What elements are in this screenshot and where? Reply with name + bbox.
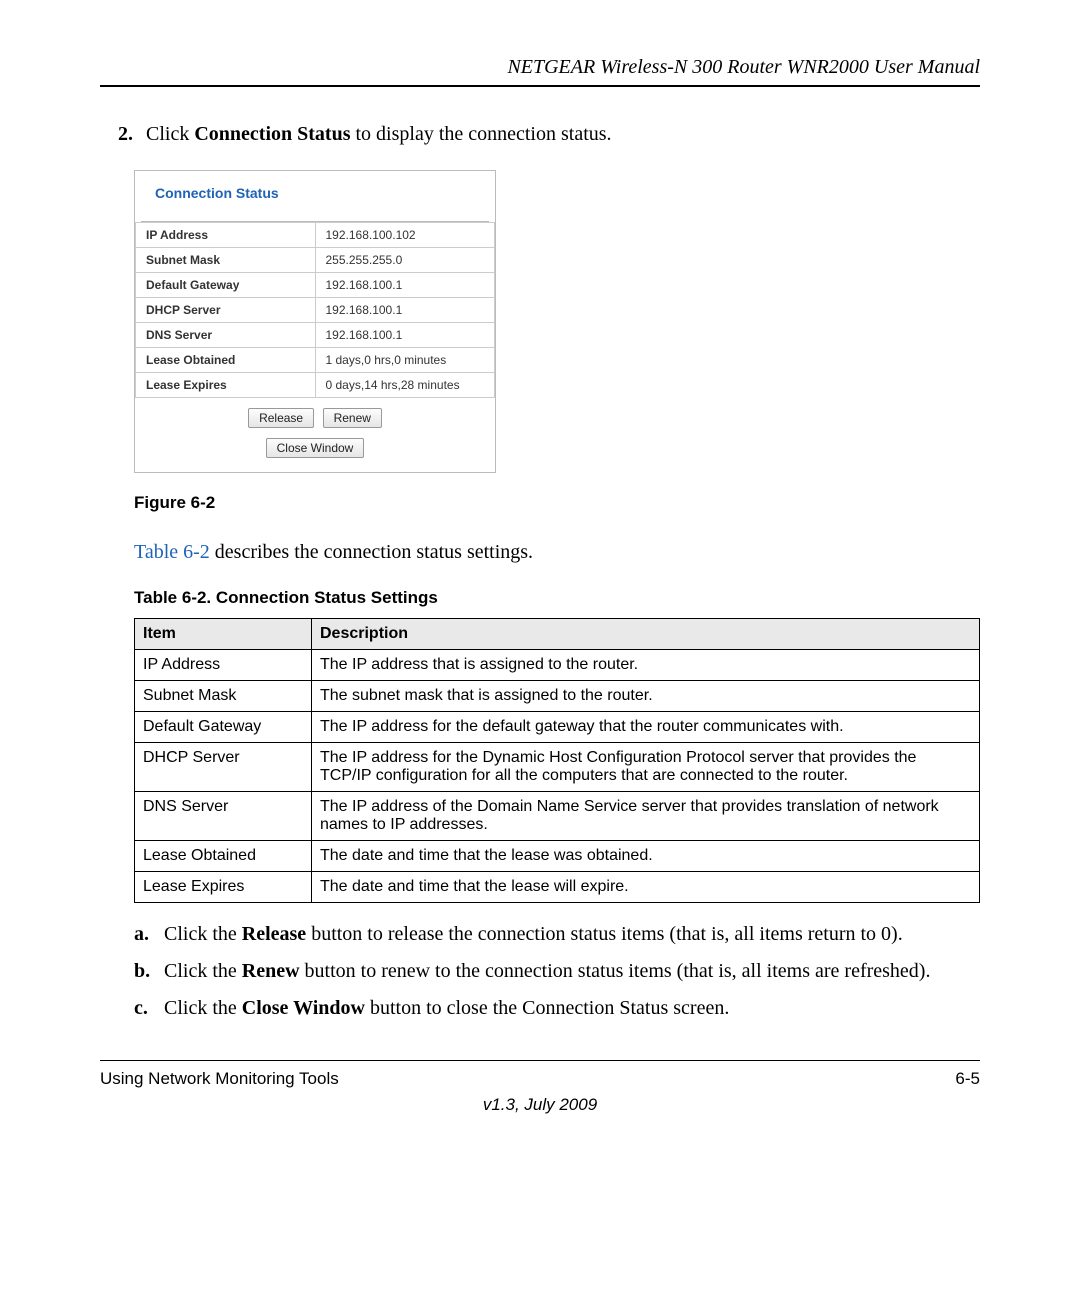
cs-label: DHCP Server: [136, 298, 316, 323]
cs-label: Lease Obtained: [136, 348, 316, 373]
release-button[interactable]: Release: [248, 408, 314, 428]
table-item: DHCP Server: [135, 743, 312, 792]
connection-status-table: IP Address192.168.100.102 Subnet Mask255…: [135, 222, 495, 398]
table-desc: The IP address of the Domain Name Servic…: [312, 792, 980, 841]
footer-center: v1.3, July 2009: [100, 1095, 980, 1115]
substep-post: button to renew to the connection status…: [300, 960, 931, 982]
cs-value: 192.168.100.1: [315, 298, 495, 323]
substep-c: c. Click the Close Window button to clos…: [134, 997, 980, 1020]
cs-label: Subnet Mask: [136, 248, 316, 273]
substep-b: b. Click the Renew button to renew to th…: [134, 960, 980, 983]
cs-value: 192.168.100.1: [315, 323, 495, 348]
footer-left: Using Network Monitoring Tools: [100, 1069, 339, 1089]
cs-label: DNS Server: [136, 323, 316, 348]
substep-a: a. Click the Release button to release t…: [134, 923, 980, 946]
table-item: DNS Server: [135, 792, 312, 841]
table-caption: Table 6-2. Connection Status Settings: [134, 588, 980, 608]
step-text-pre: Click: [146, 123, 194, 145]
substep-post: button to release the connection status …: [306, 923, 903, 945]
table-desc: The date and time that the lease was obt…: [312, 841, 980, 872]
substep-bold: Renew: [242, 960, 300, 982]
table-item: Subnet Mask: [135, 681, 312, 712]
cs-label: Default Gateway: [136, 273, 316, 298]
close-window-button[interactable]: Close Window: [266, 438, 365, 458]
table-row: DNS ServerThe IP address of the Domain N…: [135, 792, 980, 841]
table-item: Default Gateway: [135, 712, 312, 743]
table-row: Subnet MaskThe subnet mask that is assig…: [135, 681, 980, 712]
connection-status-settings-table: Item Description IP AddressThe IP addres…: [134, 618, 980, 903]
table-row: Default GatewayThe IP address for the de…: [135, 712, 980, 743]
cs-label: Lease Expires: [136, 373, 316, 398]
table-head-desc: Description: [312, 619, 980, 650]
connection-status-panel: Connection Status IP Address192.168.100.…: [134, 170, 496, 473]
table-item: Lease Obtained: [135, 841, 312, 872]
substep-pre: Click the: [164, 960, 242, 982]
table-desc: The subnet mask that is assigned to the …: [312, 681, 980, 712]
cs-value: 255.255.255.0: [315, 248, 495, 273]
substep-pre: Click the: [164, 997, 242, 1019]
substep-bold: Close Window: [242, 997, 365, 1019]
table-row: IP AddressThe IP address that is assigne…: [135, 650, 980, 681]
cs-label: IP Address: [136, 223, 316, 248]
table-head-item: Item: [135, 619, 312, 650]
table-row: DHCP ServerThe IP address for the Dynami…: [135, 743, 980, 792]
cs-row: Subnet Mask255.255.255.0: [136, 248, 495, 273]
substep-letter: c.: [134, 997, 164, 1020]
substep-letter: b.: [134, 960, 164, 983]
step-text-post: to display the connection status.: [350, 123, 611, 145]
step-2: 2. Click Connection Status to display th…: [118, 123, 980, 146]
cs-row: DHCP Server192.168.100.1: [136, 298, 495, 323]
table-ref-link[interactable]: Table 6-2: [134, 541, 210, 563]
table-row: Lease ObtainedThe date and time that the…: [135, 841, 980, 872]
substep-bold: Release: [242, 923, 306, 945]
table-row: Lease ExpiresThe date and time that the …: [135, 872, 980, 903]
cs-value: 0 days,14 hrs,28 minutes: [315, 373, 495, 398]
cs-value: 192.168.100.1: [315, 273, 495, 298]
page-header: NETGEAR Wireless-N 300 Router WNR2000 Us…: [100, 56, 980, 87]
table-ref-rest: describes the connection status settings…: [210, 541, 533, 563]
table-desc: The date and time that the lease will ex…: [312, 872, 980, 903]
footer-right: 6-5: [955, 1069, 980, 1089]
cs-row: Lease Obtained1 days,0 hrs,0 minutes: [136, 348, 495, 373]
table-item: IP Address: [135, 650, 312, 681]
cs-row: IP Address192.168.100.102: [136, 223, 495, 248]
substep-letter: a.: [134, 923, 164, 946]
cs-value: 1 days,0 hrs,0 minutes: [315, 348, 495, 373]
renew-button[interactable]: Renew: [323, 408, 382, 428]
cs-row: Default Gateway192.168.100.1: [136, 273, 495, 298]
table-desc: The IP address for the default gateway t…: [312, 712, 980, 743]
figure-caption: Figure 6-2: [134, 493, 980, 513]
table-desc: The IP address for the Dynamic Host Conf…: [312, 743, 980, 792]
cs-value: 192.168.100.102: [315, 223, 495, 248]
table-item: Lease Expires: [135, 872, 312, 903]
substep-pre: Click the: [164, 923, 242, 945]
connection-status-title: Connection Status: [141, 171, 489, 222]
step-text-bold: Connection Status: [194, 123, 350, 145]
cs-row: Lease Expires0 days,14 hrs,28 minutes: [136, 373, 495, 398]
step-number: 2.: [118, 123, 146, 146]
cs-row: DNS Server192.168.100.1: [136, 323, 495, 348]
table-ref-sentence: Table 6-2 describes the connection statu…: [134, 541, 980, 564]
table-desc: The IP address that is assigned to the r…: [312, 650, 980, 681]
page-footer: Using Network Monitoring Tools 6-5: [100, 1060, 980, 1089]
substep-post: button to close the Connection Status sc…: [365, 997, 729, 1019]
